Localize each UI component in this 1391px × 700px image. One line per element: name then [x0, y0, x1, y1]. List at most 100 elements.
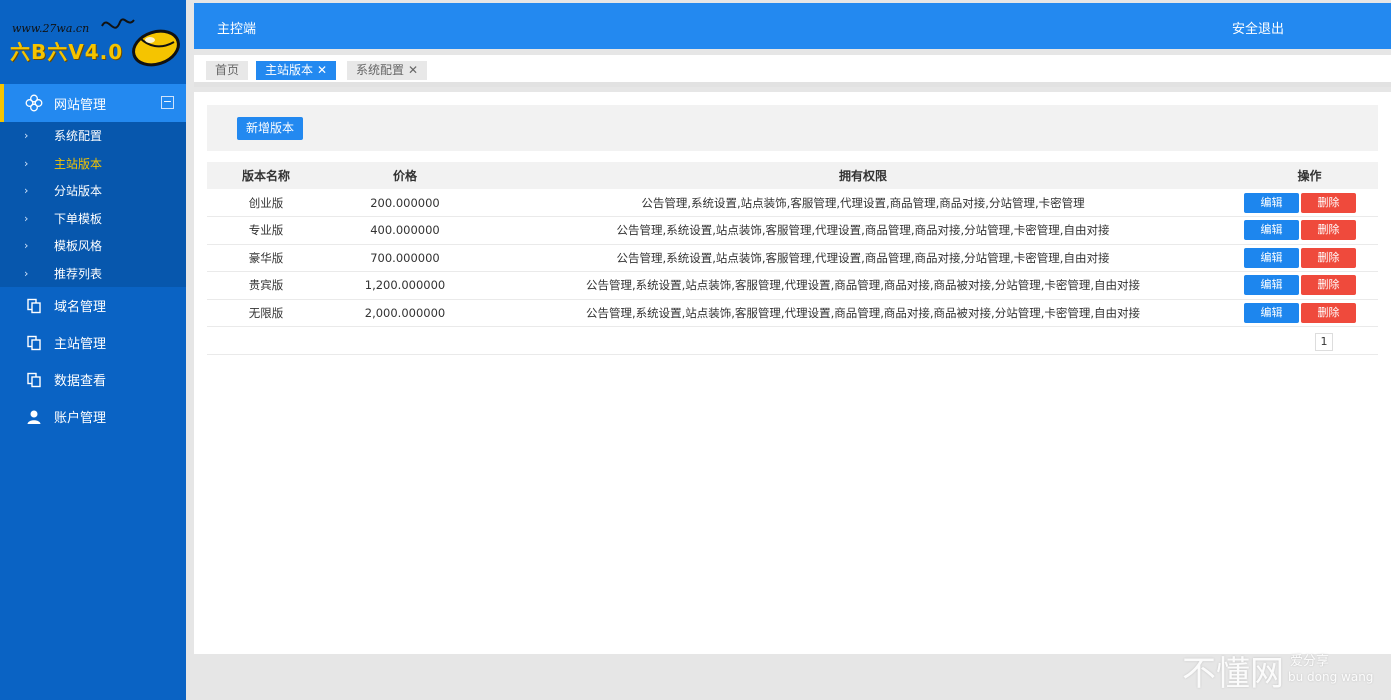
edit-button[interactable]: 编辑	[1244, 220, 1299, 241]
column-header-permissions: 拥有权限	[485, 162, 1241, 189]
collapse-icon[interactable]: −	[161, 96, 174, 109]
copy-icon	[24, 370, 44, 390]
tab-label: 首页	[215, 63, 240, 77]
delete-button[interactable]: 删除	[1301, 192, 1356, 213]
submenu-item-template-style[interactable]: › 模板风格	[0, 232, 186, 260]
submenu-item-label: 下单模板	[54, 211, 103, 226]
cell-actions: 编辑 删除	[1241, 299, 1378, 327]
chevron-right-icon: ›	[24, 156, 29, 170]
submenu-item-label: 推荐列表	[54, 266, 103, 281]
app-title: 主控端	[217, 22, 257, 37]
submenu-item-label: 模板风格	[54, 239, 103, 254]
logo-url: www.27wa.cn	[12, 22, 90, 35]
delete-button[interactable]: 删除	[1301, 302, 1356, 323]
watermark-pinyin: bu dong wang	[1288, 670, 1374, 684]
submenu-item-label: 系统配置	[54, 129, 103, 144]
sidebar-item-label: 账户管理	[54, 411, 107, 426]
submenu-item-system-config[interactable]: › 系统配置	[0, 122, 186, 150]
chevron-right-icon: ›	[24, 239, 29, 253]
page-button-current[interactable]: 1	[1315, 333, 1333, 351]
logout-link[interactable]: 安全退出	[1232, 18, 1284, 37]
watermark-main: 不懂网	[1182, 654, 1284, 694]
cell-actions: 编辑 删除	[1241, 244, 1378, 272]
cell-permissions: 公告管理,系统设置,站点装饰,客服管理,代理设置,商品管理,商品对接,商品被对接…	[485, 271, 1241, 300]
column-header-price: 价格	[325, 162, 485, 189]
logo[interactable]: www.27wa.cn 六B六V4.0	[0, 0, 186, 84]
delete-button[interactable]: 删除	[1301, 220, 1356, 241]
table-row: 豪华版 700.000000 公告管理,系统设置,站点装饰,客服管理,代理设置,…	[207, 244, 1378, 272]
cell-permissions: 公告管理,系统设置,站点装饰,客服管理,代理设置,商品管理,商品对接,商品被对接…	[485, 299, 1241, 327]
cell-price: 700.000000	[325, 244, 485, 272]
edit-button[interactable]: 编辑	[1244, 302, 1299, 323]
submenu-item-main-version[interactable]: › 主站版本	[0, 150, 186, 178]
submenu-item-order-template[interactable]: › 下单模板	[0, 205, 186, 233]
table-row: 专业版 400.000000 公告管理,系统设置,站点装饰,客服管理,代理设置,…	[207, 216, 1378, 245]
version-table: 版本名称 价格 拥有权限 操作 创业版 200.000000 公告管理,系统设置…	[207, 162, 1378, 327]
sidebar-item-label: 主站管理	[54, 337, 107, 352]
watermark: 不懂网 爱分享 bu dong wang	[1182, 646, 1391, 700]
tab-main-version[interactable]: 主站版本 ✕	[256, 61, 337, 80]
submenu-item-sub-version[interactable]: › 分站版本	[0, 177, 186, 205]
close-icon[interactable]: ✕	[408, 63, 418, 77]
add-version-button[interactable]: 新增版本	[237, 117, 304, 140]
toolbar: 新增版本	[207, 105, 1378, 151]
tab-label: 系统配置	[356, 63, 405, 77]
cell-price: 400.000000	[325, 216, 485, 245]
mouse-logo-icon	[101, 18, 180, 67]
chevron-right-icon: ›	[24, 266, 29, 280]
sidebar-item-label: 数据查看	[54, 374, 107, 389]
cell-actions: 编辑 删除	[1241, 189, 1378, 217]
top-bar: 主控端 安全退出	[194, 3, 1391, 49]
watermark-slogan: 爱分享	[1290, 654, 1330, 669]
table-header-row: 版本名称 价格 拥有权限 操作	[207, 162, 1378, 189]
sidebar-item-website-management[interactable]: 网站管理 −	[0, 84, 186, 122]
cell-permissions: 公告管理,系统设置,站点装饰,客服管理,代理设置,商品管理,商品对接,分站管理,…	[485, 189, 1241, 217]
cell-actions: 编辑 删除	[1241, 216, 1378, 245]
sidebar-group-label: 网站管理	[54, 97, 107, 113]
pagination: 1	[207, 328, 1378, 355]
cell-permissions: 公告管理,系统设置,站点装饰,客服管理,代理设置,商品管理,商品对接,分站管理,…	[485, 216, 1241, 245]
nav-group-website: 网站管理 − › 系统配置 › 主站版本 › 分站版本 › 下单模板 › 模板风…	[0, 84, 186, 287]
user-icon	[24, 407, 44, 427]
tab-bar: 首页 主站版本 ✕ 系统配置 ✕	[194, 55, 1391, 87]
copy-icon	[24, 333, 44, 353]
tab-system-config[interactable]: 系统配置 ✕	[347, 61, 428, 80]
table-row: 无限版 2,000.000000 公告管理,系统设置,站点装饰,客服管理,代理设…	[207, 299, 1378, 327]
cell-name: 无限版	[207, 299, 325, 327]
cell-price: 1,200.000000	[325, 271, 485, 300]
sidebar-item-main-site-management[interactable]: 主站管理	[0, 324, 186, 361]
cell-price: 2,000.000000	[325, 299, 485, 327]
cell-actions: 编辑 删除	[1241, 271, 1378, 300]
submenu-item-label: 主站版本	[54, 156, 103, 171]
sidebar: www.27wa.cn 六B六V4.0 网站管理 − › 系统配置 › 主站版本…	[0, 0, 186, 700]
submenu-item-recommend-list[interactable]: › 推荐列表	[0, 260, 186, 288]
chevron-right-icon: ›	[24, 129, 29, 143]
chevron-right-icon: ›	[24, 184, 29, 198]
sidebar-item-label: 域名管理	[54, 300, 107, 315]
column-header-actions: 操作	[1241, 162, 1378, 189]
close-icon[interactable]: ✕	[317, 63, 327, 77]
delete-button[interactable]: 删除	[1301, 247, 1356, 268]
submenu-item-label: 分站版本	[54, 184, 103, 199]
copy-icon	[24, 296, 44, 316]
chevron-right-icon: ›	[24, 211, 29, 225]
cell-name: 贵宾版	[207, 271, 325, 300]
sidebar-item-domain-management[interactable]: 域名管理	[0, 287, 186, 324]
cell-name: 豪华版	[207, 244, 325, 272]
cell-name: 创业版	[207, 189, 325, 217]
sidebar-item-account-management[interactable]: 账户管理	[0, 398, 186, 435]
cell-permissions: 公告管理,系统设置,站点装饰,客服管理,代理设置,商品管理,商品对接,分站管理,…	[485, 244, 1241, 272]
delete-button[interactable]: 删除	[1301, 275, 1356, 296]
edit-button[interactable]: 编辑	[1244, 247, 1299, 268]
table-row: 创业版 200.000000 公告管理,系统设置,站点装饰,客服管理,代理设置,…	[207, 189, 1378, 217]
cell-name: 专业版	[207, 216, 325, 245]
cell-price: 200.000000	[325, 189, 485, 217]
submenu: › 系统配置 › 主站版本 › 分站版本 › 下单模板 › 模板风格 › 推荐列…	[0, 122, 186, 287]
sidebar-item-data-view[interactable]: 数据查看	[0, 361, 186, 398]
main-content: 新增版本 版本名称 价格 拥有权限 操作 创业版 200.000000 公告管理…	[194, 92, 1391, 654]
tab-label: 主站版本	[265, 63, 314, 77]
column-header-name: 版本名称	[207, 162, 325, 189]
edit-button[interactable]: 编辑	[1244, 192, 1299, 213]
edit-button[interactable]: 编辑	[1244, 275, 1299, 296]
tab-home[interactable]: 首页	[206, 61, 249, 80]
